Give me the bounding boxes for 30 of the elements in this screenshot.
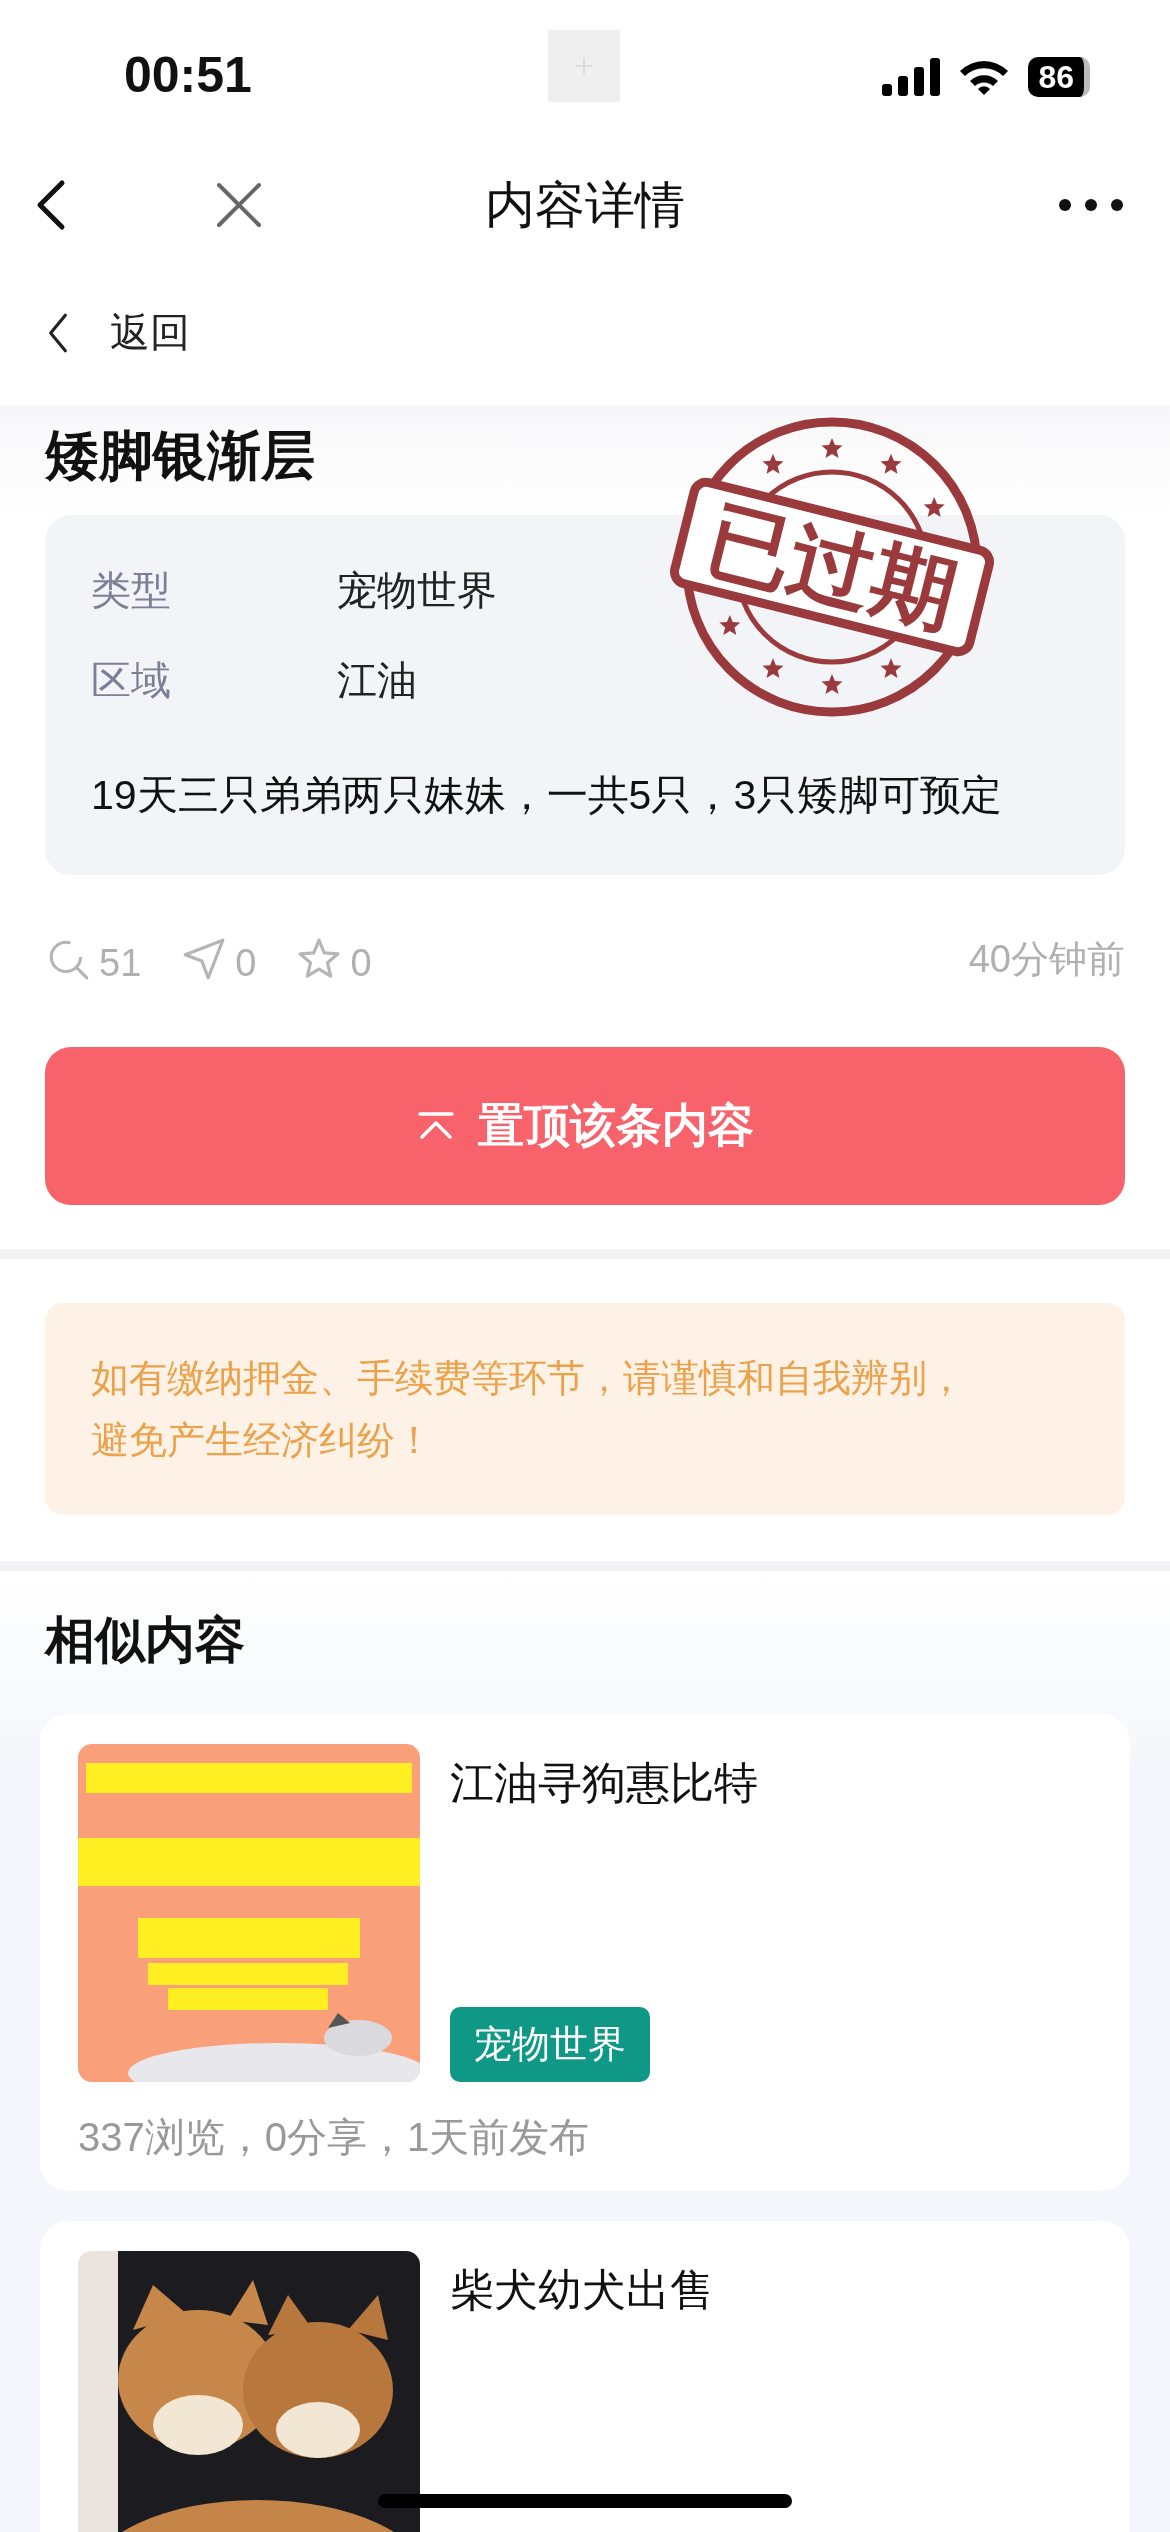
stat-count: 51 <box>99 940 142 985</box>
close-icon[interactable] <box>216 182 262 228</box>
back-icon[interactable] <box>46 311 70 354</box>
field-label: 类型 <box>91 566 172 614</box>
wifi-icon <box>958 58 1011 96</box>
content-card[interactable]: 江油寻狗惠比特 宠物世界 337浏览，0分享，1天前发布 <box>40 1714 1130 2191</box>
field-value: 江油 <box>337 656 417 704</box>
signal-icon <box>882 58 941 96</box>
top-icon <box>416 1111 456 1141</box>
warning-notice: 如有缴纳押金、手续费等环节，请谨慎和自我辨别，避免产生经济纠纷！ <box>45 1303 1125 1515</box>
stat-count: 0 <box>350 940 372 985</box>
content-card[interactable]: 柴犬幼犬出售 <box>40 2221 1130 2532</box>
field-label: 区域 <box>91 656 172 704</box>
card-title: 柴犬幼犬出售 <box>450 2264 714 2316</box>
stat-count: 0 <box>235 940 257 985</box>
more-icon[interactable] <box>1058 198 1124 212</box>
page-title: 内容详情 <box>484 175 686 235</box>
plus-icon <box>548 30 620 102</box>
category-tag: 宠物世界 <box>450 2007 650 2082</box>
status-time: 00:51 <box>124 46 252 104</box>
card-title: 江油寻狗惠比特 <box>450 1757 758 1809</box>
back-icon[interactable] <box>36 179 66 231</box>
section-heading: 相似内容 <box>45 1611 246 1670</box>
battery-indicator: 86 <box>1028 57 1090 97</box>
post-title: 矮脚银渐层 <box>45 424 316 487</box>
field-value: 宠物世界 <box>337 566 497 614</box>
back-link[interactable]: 返回 <box>110 305 190 360</box>
post-description: 19天三只弟弟两只妹妹，一共5只，3只矮脚可预定 <box>91 771 1004 820</box>
card-meta: 337浏览，0分享，1天前发布 <box>78 2114 591 2161</box>
post-time: 40分钟前 <box>968 936 1125 982</box>
